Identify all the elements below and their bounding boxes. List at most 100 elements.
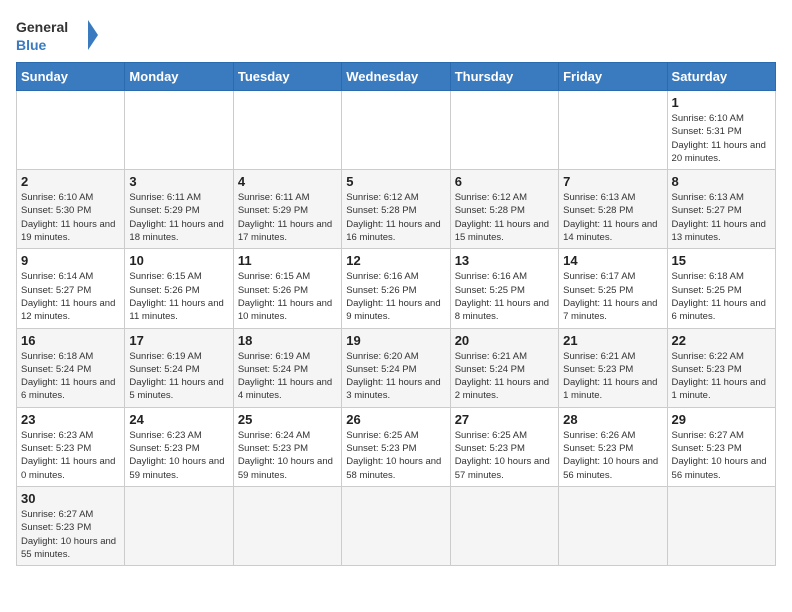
day-info: Sunrise: 6:23 AM Sunset: 5:23 PM Dayligh…	[129, 429, 228, 482]
calendar-cell: 12 Sunrise: 6:16 AM Sunset: 5:26 PM Dayli…	[342, 249, 450, 328]
day-info: Sunrise: 6:11 AM Sunset: 5:29 PM Dayligh…	[129, 191, 228, 244]
day-info: Sunrise: 6:16 AM Sunset: 5:26 PM Dayligh…	[346, 270, 445, 323]
calendar-cell: 26 Sunrise: 6:25 AM Sunset: 5:23 PM Dayli…	[342, 407, 450, 486]
calendar-cell: 6 Sunrise: 6:12 AM Sunset: 5:28 PM Daylig…	[450, 170, 558, 249]
col-header-saturday: Saturday	[667, 63, 775, 91]
day-info: Sunrise: 6:12 AM Sunset: 5:28 PM Dayligh…	[455, 191, 554, 244]
day-number: 26	[346, 412, 445, 427]
calendar-cell	[450, 91, 558, 170]
day-info: Sunrise: 6:18 AM Sunset: 5:25 PM Dayligh…	[672, 270, 771, 323]
calendar-cell	[125, 91, 233, 170]
day-info: Sunrise: 6:11 AM Sunset: 5:29 PM Dayligh…	[238, 191, 337, 244]
day-number: 4	[238, 174, 337, 189]
calendar-cell: 13 Sunrise: 6:16 AM Sunset: 5:25 PM Dayli…	[450, 249, 558, 328]
day-number: 20	[455, 333, 554, 348]
svg-text:Blue: Blue	[16, 37, 47, 53]
calendar-cell	[342, 486, 450, 565]
calendar-cell: 7 Sunrise: 6:13 AM Sunset: 5:28 PM Daylig…	[559, 170, 667, 249]
calendar-cell: 24 Sunrise: 6:23 AM Sunset: 5:23 PM Dayli…	[125, 407, 233, 486]
day-info: Sunrise: 6:10 AM Sunset: 5:31 PM Dayligh…	[672, 112, 771, 165]
logo: General Blue	[16, 16, 106, 54]
day-number: 3	[129, 174, 228, 189]
calendar-cell: 14Sunrise: 6:17 AM Sunset: 5:25 PM Dayli…	[559, 249, 667, 328]
day-number: 7	[563, 174, 662, 189]
day-info: Sunrise: 6:25 AM Sunset: 5:23 PM Dayligh…	[346, 429, 445, 482]
day-number: 25	[238, 412, 337, 427]
col-header-friday: Friday	[559, 63, 667, 91]
calendar-cell	[559, 486, 667, 565]
day-number: 15	[672, 253, 771, 268]
day-number: 24	[129, 412, 228, 427]
day-info: Sunrise: 6:13 AM Sunset: 5:28 PM Dayligh…	[563, 191, 662, 244]
day-info: Sunrise: 6:10 AM Sunset: 5:30 PM Dayligh…	[21, 191, 120, 244]
calendar-cell: 8Sunrise: 6:13 AM Sunset: 5:27 PM Daylig…	[667, 170, 775, 249]
calendar-cell: 22 Sunrise: 6:22 AM Sunset: 5:23 PM Dayli…	[667, 328, 775, 407]
day-info: Sunrise: 6:15 AM Sunset: 5:26 PM Dayligh…	[129, 270, 228, 323]
day-info: Sunrise: 6:21 AM Sunset: 5:24 PM Dayligh…	[455, 350, 554, 403]
day-number: 10	[129, 253, 228, 268]
day-info: Sunrise: 6:22 AM Sunset: 5:23 PM Dayligh…	[672, 350, 771, 403]
day-info: Sunrise: 6:27 AM Sunset: 5:23 PM Dayligh…	[21, 508, 120, 561]
day-number: 6	[455, 174, 554, 189]
day-info: Sunrise: 6:21 AM Sunset: 5:23 PM Dayligh…	[563, 350, 662, 403]
day-info: Sunrise: 6:16 AM Sunset: 5:25 PM Dayligh…	[455, 270, 554, 323]
calendar-cell: 4 Sunrise: 6:11 AM Sunset: 5:29 PM Daylig…	[233, 170, 341, 249]
calendar-cell: 28 Sunrise: 6:26 AM Sunset: 5:23 PM Dayli…	[559, 407, 667, 486]
day-info: Sunrise: 6:19 AM Sunset: 5:24 PM Dayligh…	[238, 350, 337, 403]
day-number: 13	[455, 253, 554, 268]
header-row: SundayMondayTuesdayWednesdayThursdayFrid…	[17, 63, 776, 91]
day-number: 21	[563, 333, 662, 348]
calendar-table: SundayMondayTuesdayWednesdayThursdayFrid…	[16, 62, 776, 566]
day-info: Sunrise: 6:15 AM Sunset: 5:26 PM Dayligh…	[238, 270, 337, 323]
calendar-cell: 2 Sunrise: 6:10 AM Sunset: 5:30 PM Daylig…	[17, 170, 125, 249]
calendar-cell: 25 Sunrise: 6:24 AM Sunset: 5:23 PM Dayli…	[233, 407, 341, 486]
col-header-wednesday: Wednesday	[342, 63, 450, 91]
calendar-cell: 1 Sunrise: 6:10 AM Sunset: 5:31 PM Daylig…	[667, 91, 775, 170]
calendar-cell: 30 Sunrise: 6:27 AM Sunset: 5:23 PM Dayli…	[17, 486, 125, 565]
day-info: Sunrise: 6:18 AM Sunset: 5:24 PM Dayligh…	[21, 350, 120, 403]
calendar-cell	[667, 486, 775, 565]
col-header-sunday: Sunday	[17, 63, 125, 91]
day-info: Sunrise: 6:17 AM Sunset: 5:25 PM Dayligh…	[563, 270, 662, 323]
day-info: Sunrise: 6:23 AM Sunset: 5:23 PM Dayligh…	[21, 429, 120, 482]
day-info: Sunrise: 6:26 AM Sunset: 5:23 PM Dayligh…	[563, 429, 662, 482]
day-number: 11	[238, 253, 337, 268]
svg-text:General: General	[16, 19, 68, 35]
day-number: 27	[455, 412, 554, 427]
day-number: 12	[346, 253, 445, 268]
col-header-thursday: Thursday	[450, 63, 558, 91]
day-number: 9	[21, 253, 120, 268]
day-info: Sunrise: 6:12 AM Sunset: 5:28 PM Dayligh…	[346, 191, 445, 244]
calendar-cell	[17, 91, 125, 170]
calendar-cell: 5 Sunrise: 6:12 AM Sunset: 5:28 PM Daylig…	[342, 170, 450, 249]
day-number: 2	[21, 174, 120, 189]
day-number: 16	[21, 333, 120, 348]
calendar-cell	[233, 486, 341, 565]
day-number: 22	[672, 333, 771, 348]
calendar-cell: 16 Sunrise: 6:18 AM Sunset: 5:24 PM Dayli…	[17, 328, 125, 407]
calendar-cell: 10 Sunrise: 6:15 AM Sunset: 5:26 PM Dayli…	[125, 249, 233, 328]
day-info: Sunrise: 6:13 AM Sunset: 5:27 PM Dayligh…	[672, 191, 771, 244]
calendar-cell: 18 Sunrise: 6:19 AM Sunset: 5:24 PM Dayli…	[233, 328, 341, 407]
day-number: 17	[129, 333, 228, 348]
day-number: 29	[672, 412, 771, 427]
day-number: 18	[238, 333, 337, 348]
day-number: 23	[21, 412, 120, 427]
calendar-cell	[450, 486, 558, 565]
calendar-cell: 17 Sunrise: 6:19 AM Sunset: 5:24 PM Dayli…	[125, 328, 233, 407]
calendar-cell	[233, 91, 341, 170]
day-info: Sunrise: 6:27 AM Sunset: 5:23 PM Dayligh…	[672, 429, 771, 482]
day-info: Sunrise: 6:19 AM Sunset: 5:24 PM Dayligh…	[129, 350, 228, 403]
day-info: Sunrise: 6:25 AM Sunset: 5:23 PM Dayligh…	[455, 429, 554, 482]
day-number: 28	[563, 412, 662, 427]
calendar-cell: 11 Sunrise: 6:15 AM Sunset: 5:26 PM Dayli…	[233, 249, 341, 328]
calendar-cell: 21 Sunrise: 6:21 AM Sunset: 5:23 PM Dayli…	[559, 328, 667, 407]
logo-svg: General Blue	[16, 16, 106, 54]
day-number: 5	[346, 174, 445, 189]
day-info: Sunrise: 6:20 AM Sunset: 5:24 PM Dayligh…	[346, 350, 445, 403]
day-number: 30	[21, 491, 120, 506]
day-info: Sunrise: 6:24 AM Sunset: 5:23 PM Dayligh…	[238, 429, 337, 482]
day-number: 1	[672, 95, 771, 110]
day-number: 19	[346, 333, 445, 348]
day-info: Sunrise: 6:14 AM Sunset: 5:27 PM Dayligh…	[21, 270, 120, 323]
